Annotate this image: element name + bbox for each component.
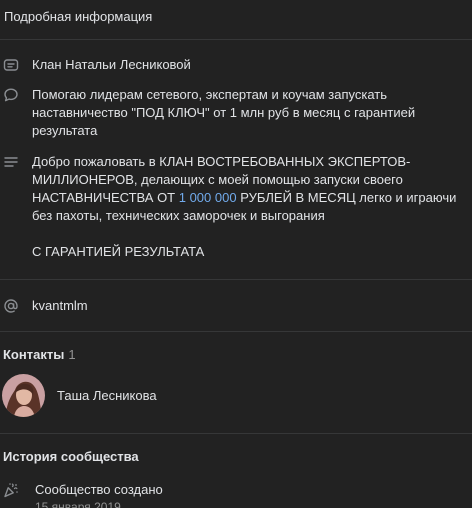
contacts-header[interactable]: Контакты 1 — [0, 347, 472, 362]
description-paragraph: Добро пожаловать в КЛАН ВОСТРЕБОВАННЫХ Э… — [32, 153, 472, 225]
contact-name[interactable]: Таша Лесникова — [57, 388, 157, 403]
community-status: Помогаю лидерам сетевого, экспертам и ко… — [32, 87, 416, 138]
screen-name: kvantmlm — [32, 298, 88, 313]
text-lines-icon — [3, 154, 19, 170]
contacts-title: Контакты — [3, 347, 65, 362]
community-status-row: Помогаю лидерам сетевого, экспертам и ко… — [0, 86, 472, 140]
contact-item[interactable]: Таша Лесникова — [0, 374, 472, 417]
screen-name-row[interactable]: kvantmlm — [0, 297, 472, 315]
speech-bubble-icon — [3, 87, 19, 103]
contacts-count: 1 — [68, 347, 76, 362]
panel-title: Подробная информация — [4, 9, 153, 24]
divider — [0, 433, 472, 434]
community-name-row: Клан Натальи Лесниковой — [0, 56, 472, 74]
history-header: История сообщества — [0, 449, 472, 464]
at-sign-icon — [3, 298, 19, 314]
description-guarantee: С ГАРАНТИЕЙ РЕЗУЛЬТАТА — [32, 244, 205, 259]
history-event: Сообщество создано — [35, 482, 163, 497]
history-date: 15 января 2019 — [35, 500, 121, 508]
community-info-panel: Подробная информация Клан Натальи Лесник… — [0, 0, 472, 508]
community-name: Клан Натальи Лесниковой — [32, 57, 191, 72]
description-highlight-link[interactable]: 1 000 000 — [179, 190, 237, 205]
avatar[interactable] — [2, 374, 45, 417]
history-item: Сообщество создано 15 января 2019 — [0, 481, 472, 508]
history-title: История сообщества — [3, 449, 139, 464]
community-description: Добро пожаловать в КЛАН ВОСТРЕБОВАННЫХ Э… — [32, 153, 472, 261]
panel-header: Подробная информация — [0, 0, 472, 40]
party-popper-icon — [3, 482, 19, 498]
divider — [0, 331, 472, 332]
divider — [0, 279, 472, 280]
community-description-row: Добро пожаловать в КЛАН ВОСТРЕБОВАННЫХ Э… — [0, 153, 472, 261]
card-icon — [3, 57, 19, 73]
